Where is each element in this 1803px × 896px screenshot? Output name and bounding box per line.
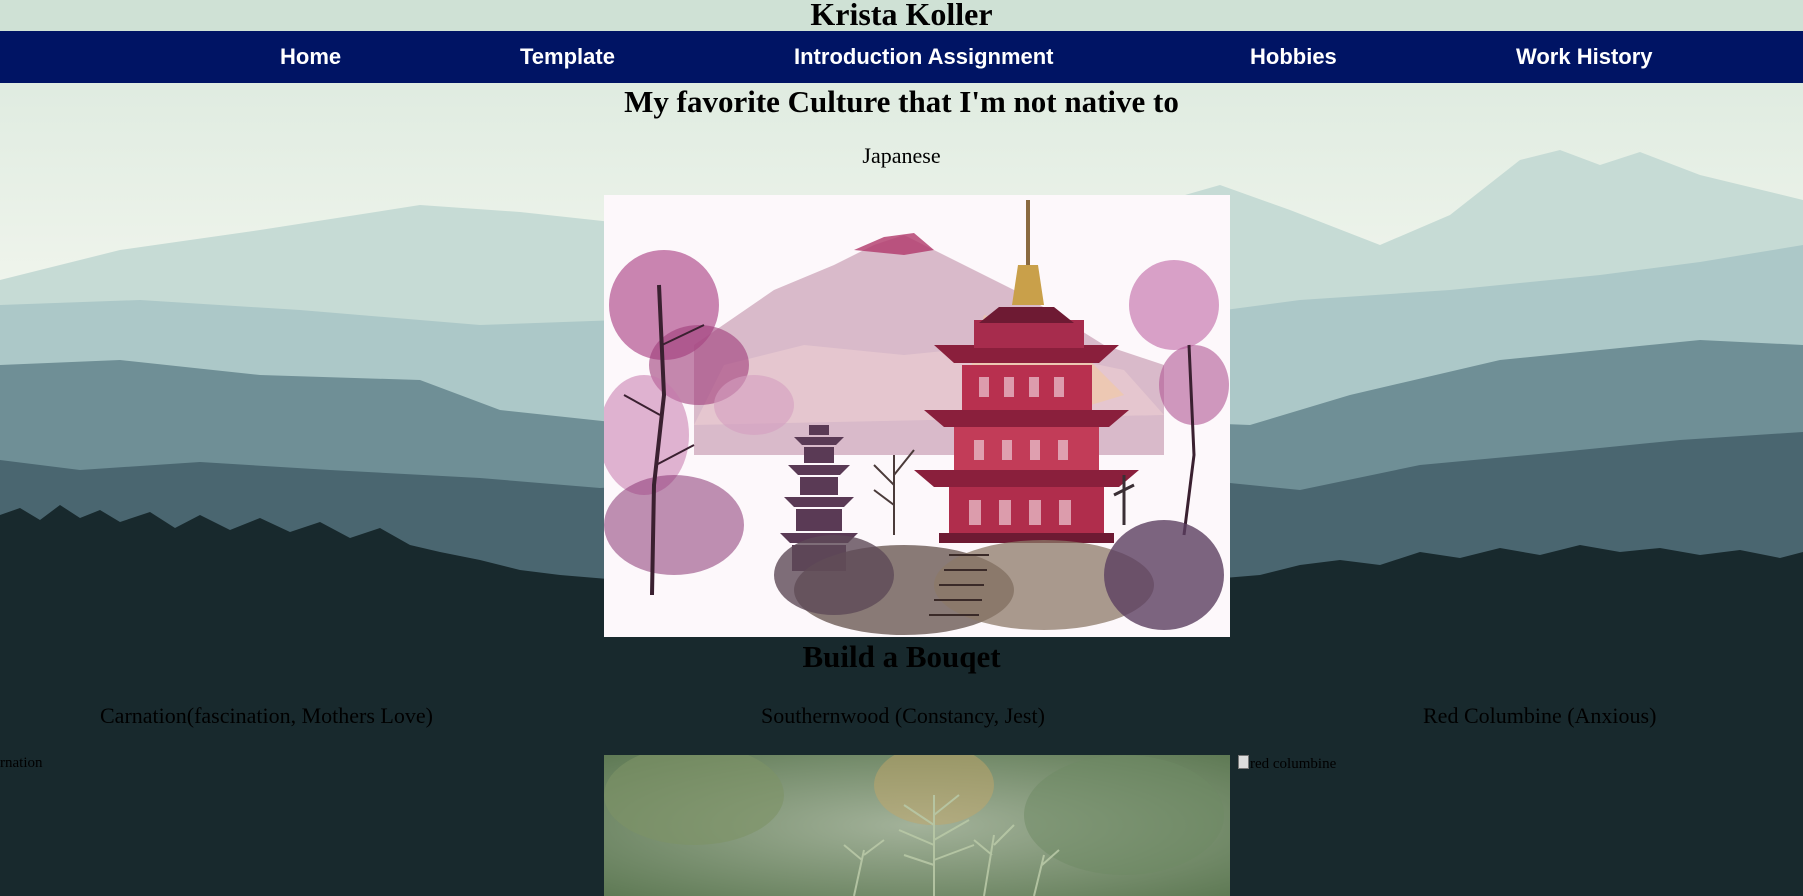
carnation-image: rnation: [0, 755, 43, 772]
flower-label-carnation: Carnation(fascination, Mothers Love): [100, 703, 433, 728]
southernwood-image: [604, 755, 1230, 896]
carnation-alt-text: rnation: [0, 755, 43, 771]
broken-image-icon: [1238, 755, 1249, 769]
site-title: Krista Koller: [0, 0, 1803, 31]
red-columbine-alt-text: red columbine: [1250, 756, 1337, 772]
red-columbine-image: red columbine: [1238, 755, 1336, 773]
flower-label-red-columbine: Red Columbine (Anxious): [1423, 703, 1657, 728]
bouquet-heading: Build a Bouqet: [802, 639, 1001, 674]
nav-item-home[interactable]: Home: [280, 31, 341, 83]
main-nav: Home Template Introduction Assignment Ho…: [0, 31, 1803, 83]
nav-item-work-history[interactable]: Work History: [1516, 31, 1653, 83]
flower-label-southernwood: Southernwood (Constancy, Jest): [761, 703, 1045, 728]
culture-heading: My favorite Culture that I'm not native …: [624, 84, 1179, 119]
pagoda-image: [604, 195, 1230, 637]
nav-item-hobbies[interactable]: Hobbies: [1250, 31, 1337, 83]
nav-item-introduction-assignment[interactable]: Introduction Assignment: [794, 31, 1054, 83]
culture-name: Japanese: [862, 143, 941, 168]
nav-item-template[interactable]: Template: [520, 31, 615, 83]
